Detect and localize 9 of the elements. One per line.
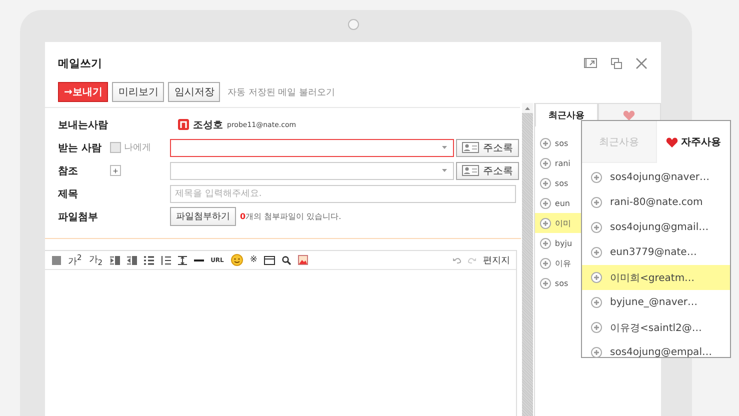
field-label: 보내는사람: [58, 118, 109, 132]
field-label: 참조: [58, 164, 79, 178]
field-label: 받는 사람: [58, 142, 102, 154]
field-label: 파일첨부: [58, 210, 99, 224]
checkbox-label: 나에게: [124, 142, 151, 154]
attachment-note: 0개의 첨부파일이 있습니다.: [240, 211, 342, 222]
window-title: 메일쓰기: [58, 56, 103, 70]
sender-name: 조성호: [193, 118, 223, 132]
field-label: 제목: [58, 188, 79, 200]
